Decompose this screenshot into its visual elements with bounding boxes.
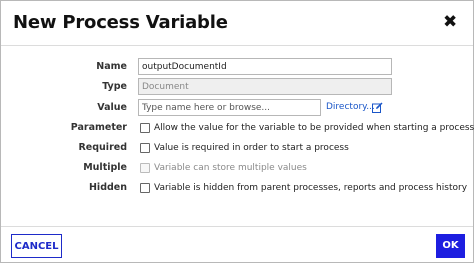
multiple-text: Variable can store multiple values bbox=[154, 163, 307, 173]
close-icon[interactable]: ✖ bbox=[443, 14, 457, 31]
parameter-row: Parameter Allow the value for the variab… bbox=[1, 118, 474, 138]
name-field[interactable] bbox=[138, 58, 392, 75]
name-row: Name bbox=[1, 57, 473, 77]
directory-link[interactable]: Directory... bbox=[326, 102, 375, 112]
parameter-checkbox[interactable] bbox=[140, 123, 150, 133]
dialog-body: Name Type Value Directory... Parameter A… bbox=[1, 47, 474, 227]
required-text: Value is required in order to start a pr… bbox=[154, 143, 349, 153]
dialog-footer: CANCEL OK bbox=[1, 226, 473, 263]
multiple-row: Multiple Variable can store multiple val… bbox=[1, 158, 473, 178]
hidden-checkbox[interactable] bbox=[140, 183, 150, 193]
hidden-row: Hidden Variable is hidden from parent pr… bbox=[1, 178, 473, 198]
required-checkbox[interactable] bbox=[140, 143, 150, 153]
type-field bbox=[138, 78, 392, 95]
multiple-checkbox bbox=[140, 163, 150, 173]
type-label: Type bbox=[102, 81, 127, 92]
hidden-label: Hidden bbox=[88, 182, 127, 193]
name-label: Name bbox=[96, 61, 127, 72]
parameter-label: Parameter bbox=[70, 122, 127, 133]
cancel-button[interactable]: CANCEL bbox=[11, 234, 62, 258]
dialog-header: New Process Variable ✖ bbox=[1, 1, 473, 46]
dialog-title: New Process Variable bbox=[13, 12, 228, 33]
parameter-text: Allow the value for the variable to be p… bbox=[154, 123, 474, 133]
value-row: Value Directory... bbox=[1, 98, 473, 118]
type-row: Type bbox=[1, 77, 473, 97]
new-process-variable-dialog: New Process Variable ✖ Name Type Value D… bbox=[0, 0, 474, 263]
value-input[interactable] bbox=[138, 99, 321, 116]
required-row: Required Value is required in order to s… bbox=[1, 138, 473, 158]
edit-icon[interactable] bbox=[372, 102, 383, 113]
ok-button[interactable]: OK bbox=[436, 234, 465, 258]
required-label: Required bbox=[78, 142, 127, 153]
multiple-label: Multiple bbox=[83, 162, 127, 173]
value-label: Value bbox=[97, 102, 127, 113]
hidden-text: Variable is hidden from parent processes… bbox=[154, 183, 468, 193]
